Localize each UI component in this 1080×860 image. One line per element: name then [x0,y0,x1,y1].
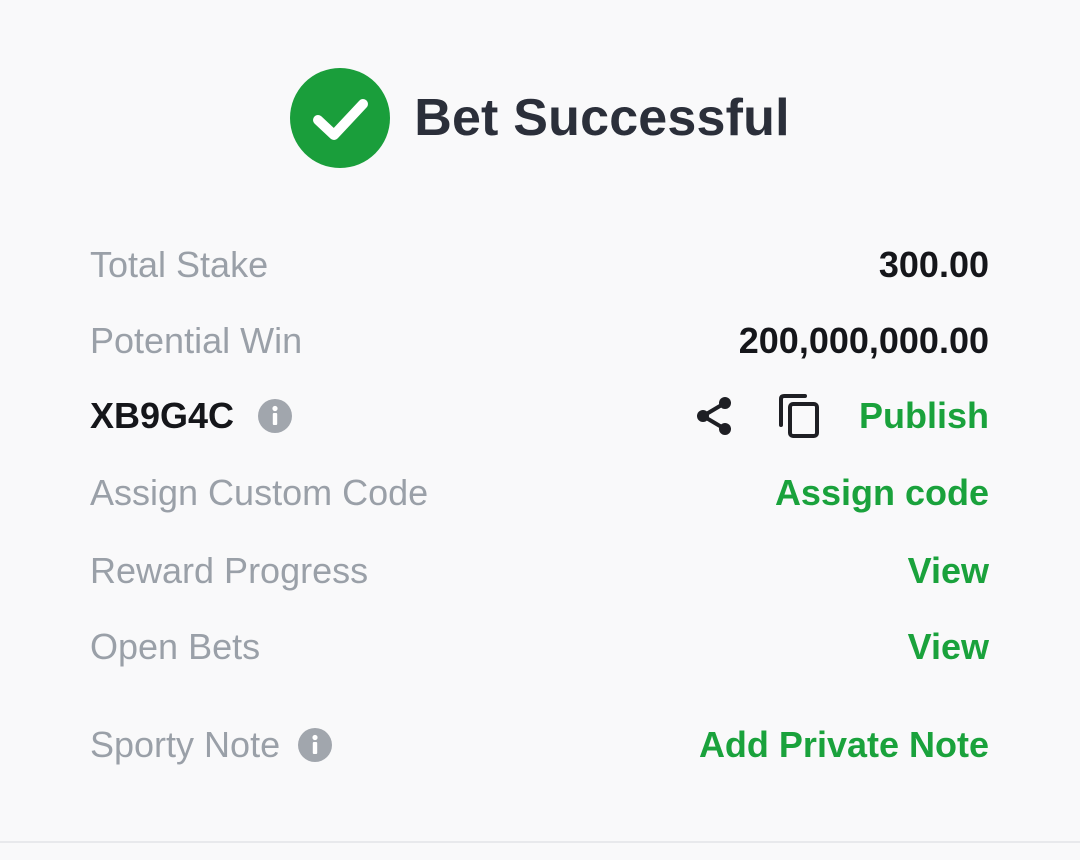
check-circle-icon [290,68,391,168]
publish-button[interactable]: Publish [859,395,989,437]
copy-icon[interactable] [777,393,821,439]
sporty-note-label: Sporty Note [90,724,281,765]
assign-code-button[interactable]: Assign code [775,472,989,514]
sporty-note-row: Sporty Note Add Private Note [90,715,989,775]
booking-code-row: XB9G4C Publish [90,386,989,446]
reward-progress-row: Reward Progress View [90,541,989,601]
share-icon[interactable] [693,395,735,437]
open-bets-label: Open Bets [90,626,261,667]
booking-code-group: XB9G4C [90,395,293,437]
reward-progress-label: Reward Progress [90,550,369,591]
sporty-note-group: Sporty Note [90,724,333,766]
page-title: Bet Successful [414,89,790,147]
total-stake-value: 300.00 [878,244,989,285]
potential-win-label: Potential Win [90,320,303,361]
potential-win-row: Potential Win 200,000,000.00 [90,311,989,371]
booking-code: XB9G4C [90,395,235,436]
open-bets-view-button[interactable]: View [908,626,989,668]
total-stake-row: Total Stake 300.00 [90,235,989,295]
open-bets-row: Open Bets View [90,617,989,677]
info-icon[interactable] [298,728,333,762]
divider [0,841,1080,843]
custom-code-row: Assign Custom Code Assign code [90,463,989,523]
booking-actions: Publish [693,393,989,439]
potential-win-value: 200,000,000.00 [738,320,989,361]
bet-success-header: Bet Successful [0,68,1080,168]
total-stake-label: Total Stake [90,244,269,285]
reward-view-button[interactable]: View [908,550,989,592]
add-private-note-button[interactable]: Add Private Note [699,724,989,766]
info-icon[interactable] [258,399,293,433]
custom-code-label: Assign Custom Code [90,472,429,513]
